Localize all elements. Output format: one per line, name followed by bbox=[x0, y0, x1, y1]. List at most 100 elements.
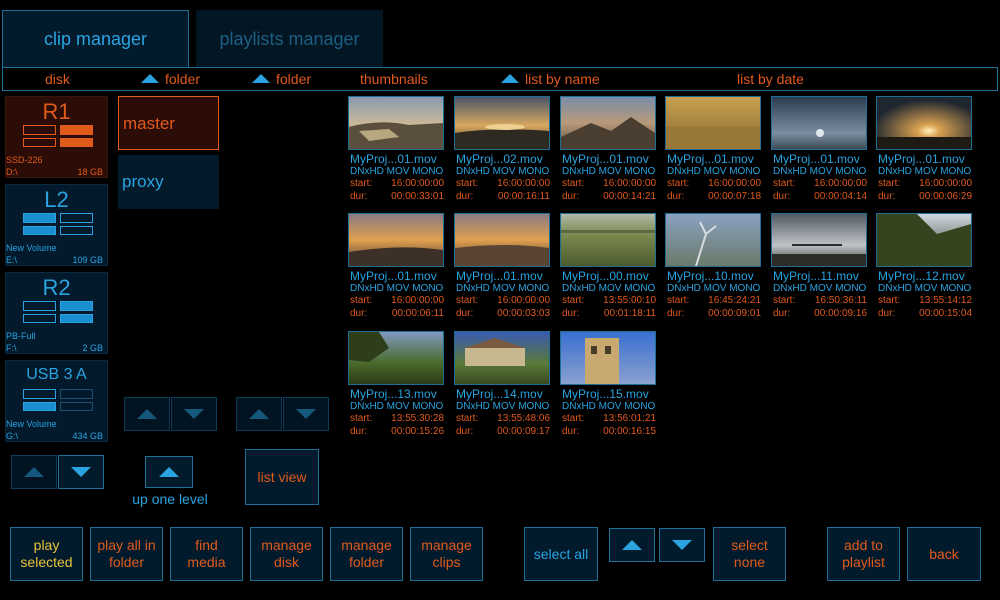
up-one-level-button[interactable] bbox=[145, 456, 193, 488]
manage-disk-button[interactable]: manage disk bbox=[250, 527, 323, 581]
add-to-playlist-button[interactable]: add to playlist bbox=[827, 527, 900, 581]
clip-dur-row: dur: 00:00:15:26 bbox=[348, 426, 446, 439]
start-label: start: bbox=[456, 178, 479, 189]
dur-label: dur: bbox=[773, 190, 791, 202]
clip-item[interactable]: MyProj...13.mov DNxHD MOV MONO start: 13:… bbox=[348, 331, 446, 438]
disk-scroll-up-button[interactable] bbox=[11, 455, 57, 489]
back-button[interactable]: back bbox=[907, 527, 981, 581]
play-selected-button[interactable]: play selected bbox=[10, 527, 83, 581]
clip-duration: 00:00:15:26 bbox=[391, 425, 444, 437]
header-list-by-name-label: list by name bbox=[525, 71, 600, 87]
clip-format: DNxHD MOV MONO bbox=[667, 166, 761, 177]
clip-start-row: start: 16:00:00:00 bbox=[665, 178, 763, 191]
dur-label: dur: bbox=[562, 307, 580, 319]
header-list-by-date[interactable]: list by date bbox=[737, 68, 804, 90]
folder-master[interactable]: master bbox=[118, 96, 219, 150]
clip-duration: 00:00:15:04 bbox=[919, 307, 972, 319]
dur-label: dur: bbox=[667, 307, 685, 319]
clip-item[interactable]: MyProj...02.mov DNxHD MOV MONO start: 16:… bbox=[454, 96, 552, 203]
disk-slots-icon bbox=[23, 125, 93, 147]
start-label: start: bbox=[667, 295, 690, 306]
clips-scroll-up-button[interactable] bbox=[609, 528, 655, 562]
clip-format: DNxHD MOV MONO bbox=[350, 401, 444, 412]
arrow-up-icon bbox=[249, 409, 269, 419]
clip-start: 16:00:00:00 bbox=[391, 178, 444, 189]
clip-thumbnail bbox=[454, 96, 550, 150]
disk-usb3a[interactable]: USB 3 A New Volume G:\ 434 GB bbox=[5, 360, 108, 442]
clip-name: MyProj...12.mov bbox=[878, 269, 965, 283]
play-all-in-folder-button[interactable]: play all in folder bbox=[90, 527, 163, 581]
arrow-down-icon bbox=[71, 467, 91, 477]
disk-r2[interactable]: R2 PB-Full F:\ 2 GB bbox=[5, 272, 108, 354]
header-folder-2[interactable]: folder bbox=[252, 68, 311, 90]
list-view-button[interactable]: list view bbox=[245, 449, 319, 505]
disk-slots-icon bbox=[23, 389, 93, 411]
clip-thumbnail bbox=[771, 96, 867, 150]
dur-label: dur: bbox=[350, 307, 368, 319]
manage-folder-line2: folder bbox=[348, 554, 385, 570]
clip-thumbnail bbox=[665, 213, 761, 267]
clip-duration: 00:00:09:01 bbox=[708, 307, 761, 319]
clip-name: MyProj...15.mov bbox=[562, 387, 649, 401]
header-folder-1[interactable]: folder bbox=[141, 68, 200, 90]
select-none-button[interactable]: select none bbox=[713, 527, 786, 581]
disk-name: L2 bbox=[44, 187, 69, 212]
disk-scroll-down-button[interactable] bbox=[58, 455, 104, 489]
folder-proxy[interactable]: proxy bbox=[118, 155, 219, 209]
folder1-scroll-up-button[interactable] bbox=[124, 397, 170, 431]
clip-duration: 00:00:09:17 bbox=[497, 425, 550, 437]
clips-scroll-down-button[interactable] bbox=[659, 528, 705, 562]
clip-item[interactable]: MyProj...01.mov DNxHD MOV MONO start: 16:… bbox=[665, 96, 763, 203]
tab-clip-manager[interactable]: clip manager bbox=[2, 10, 189, 68]
folder1-scroll-down-button[interactable] bbox=[171, 397, 217, 431]
start-label: start: bbox=[350, 295, 373, 306]
folder2-scroll-up-button[interactable] bbox=[236, 397, 282, 431]
clip-item[interactable]: MyProj...01.mov DNxHD MOV MONO start: 16:… bbox=[560, 96, 658, 203]
clip-item[interactable]: MyProj...00.mov DNxHD MOV MONO start: 13:… bbox=[560, 213, 658, 320]
clip-start: 16:00:00:00 bbox=[708, 178, 761, 189]
clip-item[interactable]: MyProj...15.mov DNxHD MOV MONO start: 13:… bbox=[560, 331, 658, 438]
clip-item[interactable]: MyProj...14.mov DNxHD MOV MONO start: 13:… bbox=[454, 331, 552, 438]
clip-thumbnail bbox=[454, 213, 550, 267]
play-selected-line2: selected bbox=[20, 554, 73, 570]
clip-dur-row: dur: 00:00:15:04 bbox=[876, 308, 974, 321]
clip-start: 13:55:00:10 bbox=[603, 295, 656, 306]
select-all-button[interactable]: select all bbox=[524, 527, 598, 581]
clip-item[interactable]: MyProj...01.mov DNxHD MOV MONO start: 16:… bbox=[348, 213, 446, 320]
clip-name: MyProj...10.mov bbox=[667, 269, 754, 283]
header-list-by-name[interactable]: list by name bbox=[501, 68, 600, 90]
header-thumbnails[interactable]: thumbnails bbox=[360, 68, 428, 90]
disk-l2[interactable]: L2 New Volume E:\ 109 GB bbox=[5, 184, 108, 266]
clip-format: DNxHD MOV MONO bbox=[562, 166, 656, 177]
start-label: start: bbox=[350, 413, 373, 424]
start-label: start: bbox=[773, 295, 796, 306]
clip-item[interactable]: MyProj...12.mov DNxHD MOV MONO start: 13:… bbox=[876, 213, 974, 320]
disk-path: F:\ bbox=[6, 343, 17, 353]
sort-up-icon bbox=[501, 74, 519, 83]
clip-item[interactable]: MyProj...01.mov DNxHD MOV MONO start: 16:… bbox=[876, 96, 974, 203]
add-to-playlist-line2: playlist bbox=[842, 554, 885, 570]
play-all-line2: folder bbox=[108, 554, 145, 570]
manage-folder-button[interactable]: manage folder bbox=[330, 527, 403, 581]
add-to-playlist-line1: add to bbox=[844, 537, 883, 553]
folder2-scroll-down-button[interactable] bbox=[283, 397, 329, 431]
find-media-button[interactable]: find media bbox=[170, 527, 243, 581]
tab-playlists-manager[interactable]: playlists manager bbox=[196, 10, 383, 68]
disk-name: R2 bbox=[42, 275, 71, 300]
clip-duration: 00:00:33:01 bbox=[391, 190, 444, 202]
clip-item[interactable]: MyProj...01.mov DNxHD MOV MONO start: 16:… bbox=[454, 213, 552, 320]
up-one-level-label: up one level bbox=[132, 491, 208, 507]
manage-clips-button[interactable]: manage clips bbox=[410, 527, 483, 581]
select-none-line2: none bbox=[733, 554, 766, 570]
clip-duration: 00:00:09:16 bbox=[814, 307, 867, 319]
clip-item[interactable]: MyProj...01.mov DNxHD MOV MONO start: 16:… bbox=[348, 96, 446, 203]
clip-item[interactable]: MyProj...11.mov DNxHD MOV MONO start: 16:… bbox=[771, 213, 869, 320]
clip-item[interactable]: MyProj...10.mov DNxHD MOV MONO start: 16:… bbox=[665, 213, 763, 320]
clip-item[interactable]: MyProj...01.mov DNxHD MOV MONO start: 16:… bbox=[771, 96, 869, 203]
manage-clips-line2: clips bbox=[432, 554, 461, 570]
header-disk[interactable]: disk bbox=[45, 68, 70, 90]
arrow-up-icon bbox=[159, 467, 179, 477]
clip-name: MyProj...01.mov bbox=[667, 152, 754, 166]
disk-r1[interactable]: R1 SSD-226 D:\ 18 GB bbox=[5, 96, 108, 178]
start-label: start: bbox=[350, 178, 373, 189]
